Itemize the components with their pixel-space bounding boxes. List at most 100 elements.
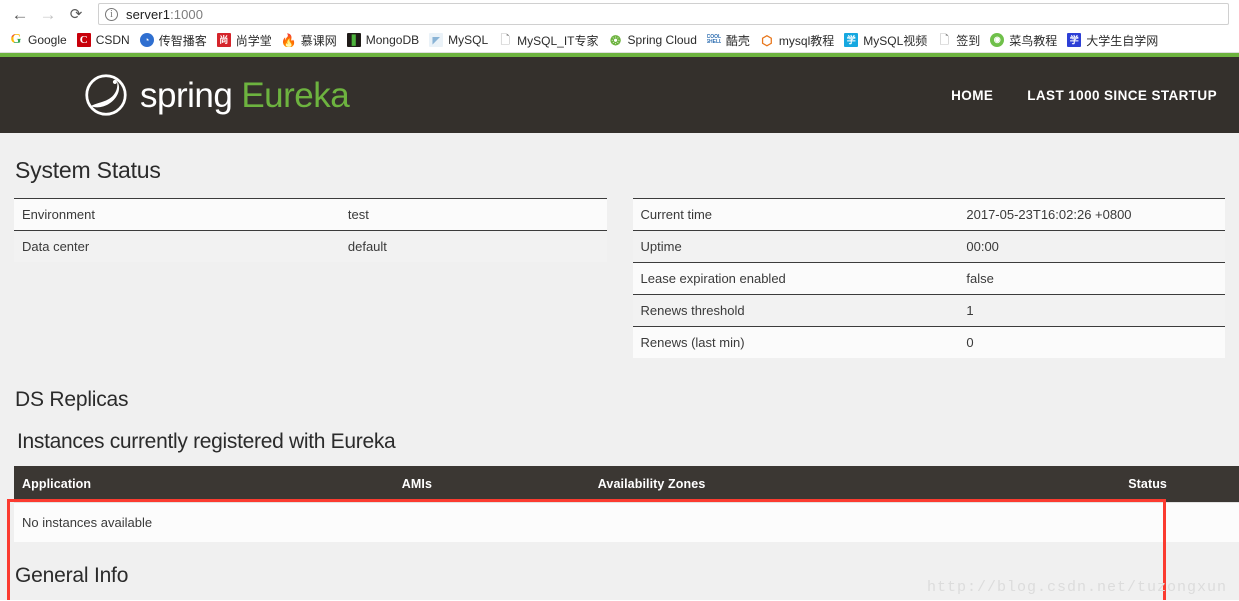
- column-header-amis[interactable]: AMIs: [393, 466, 590, 503]
- back-button[interactable]: ←: [6, 1, 34, 27]
- bookmark-label: 传智播客: [158, 33, 207, 48]
- bookmark-item[interactable]: 学 MySQL视频: [839, 29, 932, 51]
- table-row: Current time 2017-05-23T16:02:26 +0800: [632, 198, 1225, 231]
- bookmark-item[interactable]: COOLSHELL 酷壳: [702, 29, 755, 51]
- bookmark-label: MongoDB: [365, 33, 420, 47]
- eureka-header: spring Eureka HOME LAST 1000 SINCE STARTU…: [0, 53, 1239, 133]
- bookmark-label: MySQL视频: [863, 33, 928, 48]
- mongodb-icon: ❚: [346, 33, 361, 47]
- page-content: System Status Environment test Data center…: [0, 157, 1239, 588]
- system-status-left-column: Environment test Data center default: [14, 198, 607, 262]
- system-status-right-body: Current time 2017-05-23T16:02:26 +0800 Upt…: [632, 198, 1225, 358]
- eureka-page: spring Eureka HOME LAST 1000 SINCE STARTU…: [0, 53, 1239, 600]
- video-xue-icon: 学: [844, 33, 859, 47]
- address-bar[interactable]: i server1:1000: [98, 3, 1229, 25]
- instances-table-head: Application AMIs Availability Zones Stat…: [14, 466, 1239, 503]
- bookmark-label: Spring Cloud: [627, 33, 697, 47]
- system-status-right-column: Current time 2017-05-23T16:02:26 +0800 Upt…: [632, 198, 1225, 358]
- bookmark-item[interactable]: ◉ 菜鸟教程: [985, 29, 1062, 51]
- daxuesheng-icon: 学: [1067, 33, 1082, 47]
- url-port: :1000: [170, 6, 204, 22]
- bookmark-item[interactable]: ❂ Spring Cloud: [604, 29, 702, 51]
- bookmark-label: CSDN: [95, 33, 130, 47]
- site-info-icon[interactable]: i: [105, 7, 118, 21]
- nav-link-last-1000[interactable]: LAST 1000 SINCE STARTUP: [1027, 88, 1217, 103]
- table-row: Uptime 00:00: [632, 230, 1225, 263]
- bookmark-label: mysql教程: [778, 33, 835, 48]
- spring-leaf-icon: ❂: [610, 33, 621, 47]
- bookmark-item[interactable]: 🗋 MySQL_IT专家: [493, 29, 603, 51]
- bookmark-label: 酷壳: [725, 33, 750, 48]
- status-key: Lease expiration enabled: [632, 262, 959, 295]
- status-key: Uptime: [632, 230, 959, 263]
- bookmark-label: 大学生自学网: [1086, 33, 1159, 48]
- column-header-availability-zones[interactable]: Availability Zones: [589, 466, 1056, 503]
- system-status-grid: Environment test Data center default Curren…: [14, 198, 1225, 358]
- system-status-left-table: Environment test Data center default: [14, 198, 607, 262]
- bookmark-label: 签到: [956, 33, 981, 48]
- brand-text: spring Eureka: [140, 75, 350, 115]
- status-key: Environment: [14, 198, 340, 231]
- table-row: Lease expiration enabled false: [632, 262, 1225, 295]
- runoob-icon: ◉: [990, 33, 1005, 47]
- eureka-nav: HOME LAST 1000 SINCE STARTUP: [951, 88, 1223, 103]
- column-header-status[interactable]: Status: [1055, 466, 1239, 503]
- status-key: Data center: [14, 230, 340, 262]
- bookmark-item[interactable]: C CSDN: [72, 29, 135, 51]
- bookmark-item[interactable]: 🔥 慕课网: [277, 29, 342, 51]
- brand: spring Eureka: [84, 73, 951, 117]
- bookmark-item[interactable]: 学大学生自学网: [1062, 29, 1163, 51]
- table-row: Renews (last min) 0: [632, 326, 1225, 358]
- status-key: Renews (last min): [632, 326, 959, 358]
- status-value: default: [339, 230, 607, 262]
- instances-table: Application AMIs Availability Zones Stat…: [14, 466, 1239, 542]
- column-header-application[interactable]: Application: [14, 466, 394, 503]
- instances-title: Instances currently registered with Eure…: [17, 430, 396, 453]
- bookmark-item[interactable]: ⬡ mysql教程: [755, 29, 839, 51]
- brand-spring-label: spring: [140, 75, 233, 115]
- browser-chrome: ← → ⟳ i server1:1000 G Google C CSDN ◔ 传智播客尚尚…: [0, 0, 1239, 53]
- bookmark-item[interactable]: ◔ 传智播客: [135, 29, 212, 51]
- bookmark-label: 菜鸟教程: [1009, 33, 1058, 48]
- imooc-flame-icon: 🔥: [282, 33, 296, 47]
- bookmark-item[interactable]: ◤ MySQL: [424, 29, 493, 51]
- reload-button[interactable]: ⟳: [62, 1, 90, 27]
- shangxuetang-icon: 尚: [216, 33, 231, 47]
- reload-icon: ⟳: [69, 5, 83, 23]
- instances-table-body: No instances available: [14, 502, 1239, 542]
- table-row: No instances available: [14, 502, 1239, 542]
- bookmark-item[interactable]: 🗋 签到: [932, 29, 985, 51]
- status-value: test: [339, 198, 607, 231]
- bookmark-item[interactable]: ❚ MongoDB: [342, 29, 424, 51]
- page-icon: 🗋: [937, 33, 952, 47]
- instances-block: Instances currently registered with Eure…: [14, 426, 1239, 542]
- bookmarks-bar: G Google C CSDN ◔ 传智播客尚尚学堂 🔥 慕课网 ❚ MongoDB ◤ MySQL 🗋…: [0, 28, 1239, 53]
- status-value: 0: [958, 326, 1225, 358]
- system-status-title: System Status: [15, 157, 161, 183]
- table-row: Data center default: [14, 230, 607, 262]
- google-icon: G: [10, 33, 22, 47]
- mysql-dolphin-icon: ◤: [429, 33, 444, 47]
- status-value: false: [958, 262, 1225, 295]
- bookmark-label: MySQL: [448, 33, 489, 47]
- spring-logo-icon: [85, 74, 127, 116]
- instances-header-row: Application AMIs Availability Zones Stat…: [14, 466, 1239, 503]
- bookmark-item[interactable]: G Google: [4, 29, 72, 51]
- status-key: Renews threshold: [632, 294, 959, 327]
- bookmark-label: Google: [28, 33, 67, 47]
- page-icon: 🗋: [498, 33, 513, 47]
- no-instances-message: No instances available: [14, 502, 1239, 542]
- watermark-text: http://blog.csdn.net/tuzongxun: [926, 579, 1227, 596]
- coolshell-icon: COOLSHELL: [706, 33, 721, 47]
- nav-link-home[interactable]: HOME: [951, 88, 993, 103]
- bookmark-label: 慕课网: [300, 33, 337, 48]
- forward-button[interactable]: →: [34, 1, 62, 27]
- browser-toolbar: ← → ⟳ i server1:1000: [0, 0, 1239, 28]
- table-row: Renews threshold 1: [632, 294, 1225, 327]
- mysql-hex-icon: ⬡: [761, 33, 773, 47]
- bookmark-item[interactable]: 尚尚学堂: [212, 29, 277, 51]
- status-value: 2017-05-23T16:02:26 +0800: [958, 198, 1225, 231]
- status-key: Current time: [632, 198, 959, 231]
- table-row: Environment test: [14, 198, 607, 231]
- chuanzhi-icon: ◔: [139, 33, 154, 47]
